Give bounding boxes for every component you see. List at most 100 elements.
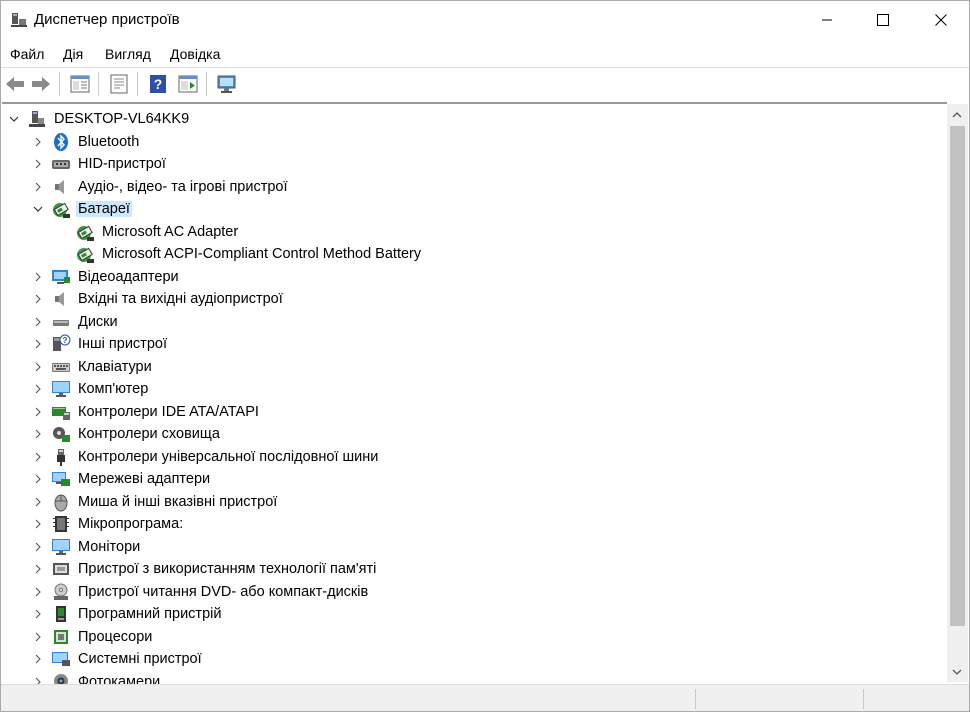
category-label: Клавіатури [78,358,152,375]
category-label: Контролери IDE ATA/ATAPI [78,403,259,420]
chevron-right-icon[interactable] [33,654,43,664]
chevron-right-icon[interactable] [33,542,43,552]
scroll-up-icon[interactable] [952,111,962,119]
close-button[interactable] [912,1,969,39]
category-label: Фотокамери [78,673,161,685]
scrollbar-thumb[interactable] [950,126,965,626]
speaker-icon [55,292,64,306]
category-label: Процесори [78,628,153,645]
software-device-icon [56,606,66,622]
device-manager-icon [11,13,27,27]
device-tree: DESKTOP-VL64KK9 Bluetooth HID-пристрої Ауд… [2,102,947,684]
chevron-right-icon[interactable] [33,429,43,439]
menu-action[interactable]: Дія [63,46,83,62]
vertical-scrollbar[interactable] [947,104,968,682]
usb-icon [57,448,65,466]
category-label: Системні пристрої [78,651,202,667]
chevron-right-icon[interactable] [33,362,43,372]
chevron-down-icon[interactable] [33,204,43,214]
chevron-right-icon[interactable] [33,339,43,349]
chevron-right-icon[interactable] [33,497,43,507]
monitor-icon [52,538,70,555]
firmware-icon [53,516,69,532]
chevron-right-icon[interactable] [33,407,43,417]
toolbar-separator [59,72,60,96]
chevron-right-icon[interactable] [33,632,43,642]
scroll-down-icon[interactable] [952,668,962,676]
category-label: Вхідні та вихідні аудіопристрої [78,291,283,307]
battery-icon [77,247,94,263]
category-label: Пристрої читання DVD- або компакт-дисків [78,583,369,600]
category-label: Контролери сховища [78,426,220,442]
minimize-button[interactable] [798,1,856,39]
toolbar-separator [98,72,99,96]
menu-view[interactable]: Вигляд [105,46,151,62]
toolbar-separator [206,72,207,96]
status-divider [863,689,864,709]
menu-file[interactable]: Файл [10,46,44,62]
chevron-right-icon[interactable] [33,677,43,685]
device-label: Microsoft AC Adapter [102,223,239,240]
minimize-icon [822,19,832,21]
category-label: Контролери універсальної послідовної шин… [78,448,379,465]
chevron-right-icon[interactable] [33,384,43,394]
chevron-right-icon[interactable] [33,137,43,147]
category-label: Комп'ютер [78,381,149,397]
chevron-right-icon[interactable] [33,182,43,192]
tree-root-label: DESKTOP-VL64KK9 [54,111,190,127]
category-label: Монітори [78,538,141,555]
chevron-right-icon[interactable] [33,317,43,327]
back-arrow-icon[interactable] [4,73,26,95]
maximize-button[interactable] [854,1,912,39]
chevron-right-icon[interactable] [33,564,43,574]
menu-bar: Файл Дія Вигляд Довідка [1,41,969,65]
keyboard-icon [52,362,70,372]
category-label: Батареї [76,201,132,217]
chevron-down-icon[interactable] [9,114,19,124]
category-label: Мережеві адаптери [78,471,211,487]
scan-hardware-icon[interactable] [216,73,238,95]
device-manager-window: Диспетчер пристроїв Файл Дія Вигляд Дові… [0,0,970,712]
mouse-icon [54,494,68,511]
category-label: Мікропрограма: [78,516,184,532]
chevron-right-icon[interactable] [33,159,43,169]
computer-icon [52,381,70,397]
help-icon[interactable]: ? [147,73,169,95]
chevron-right-icon[interactable] [33,452,43,462]
update-driver-icon[interactable] [108,73,130,95]
display-adapter-icon [52,269,70,284]
battery-icon [53,202,70,218]
chevron-right-icon[interactable] [33,272,43,282]
system-device-icon [52,652,70,666]
unknown-device-icon: ? [53,334,71,351]
hid-icon [52,160,70,169]
camera-icon [54,673,68,684]
action-pane-icon[interactable] [177,73,199,95]
network-adapter-icon [52,472,70,486]
properties-icon[interactable] [69,73,91,95]
chevron-right-icon[interactable] [33,294,43,304]
category-label: HID-пристрої [78,156,166,172]
toolbar-separator [137,72,138,96]
chevron-right-icon[interactable] [33,474,43,484]
dvd-drive-icon [54,583,68,600]
title-bar: Диспетчер пристроїв [1,1,969,39]
chevron-right-icon[interactable] [33,587,43,597]
status-bar [1,684,969,711]
svg-text:?: ? [154,76,163,92]
storage-controller-icon [53,427,70,442]
speaker-icon [55,179,64,194]
category-label: Інші пристрої [78,336,167,352]
chevron-right-icon[interactable] [33,609,43,619]
category-label: Аудіо-, відео- та ігрові пристрої [78,178,288,195]
disk-drive-icon [53,319,69,326]
ide-controller-icon [52,406,70,420]
close-icon [935,14,947,26]
battery-icon [77,225,94,241]
window-title: Диспетчер пристроїв [34,11,180,28]
chevron-right-icon[interactable] [33,519,43,529]
menu-help[interactable]: Довідка [170,46,220,62]
maximize-icon [877,14,889,26]
category-label: Пристрої з використанням технології пам'… [78,561,377,577]
forward-arrow-icon[interactable] [30,73,52,95]
